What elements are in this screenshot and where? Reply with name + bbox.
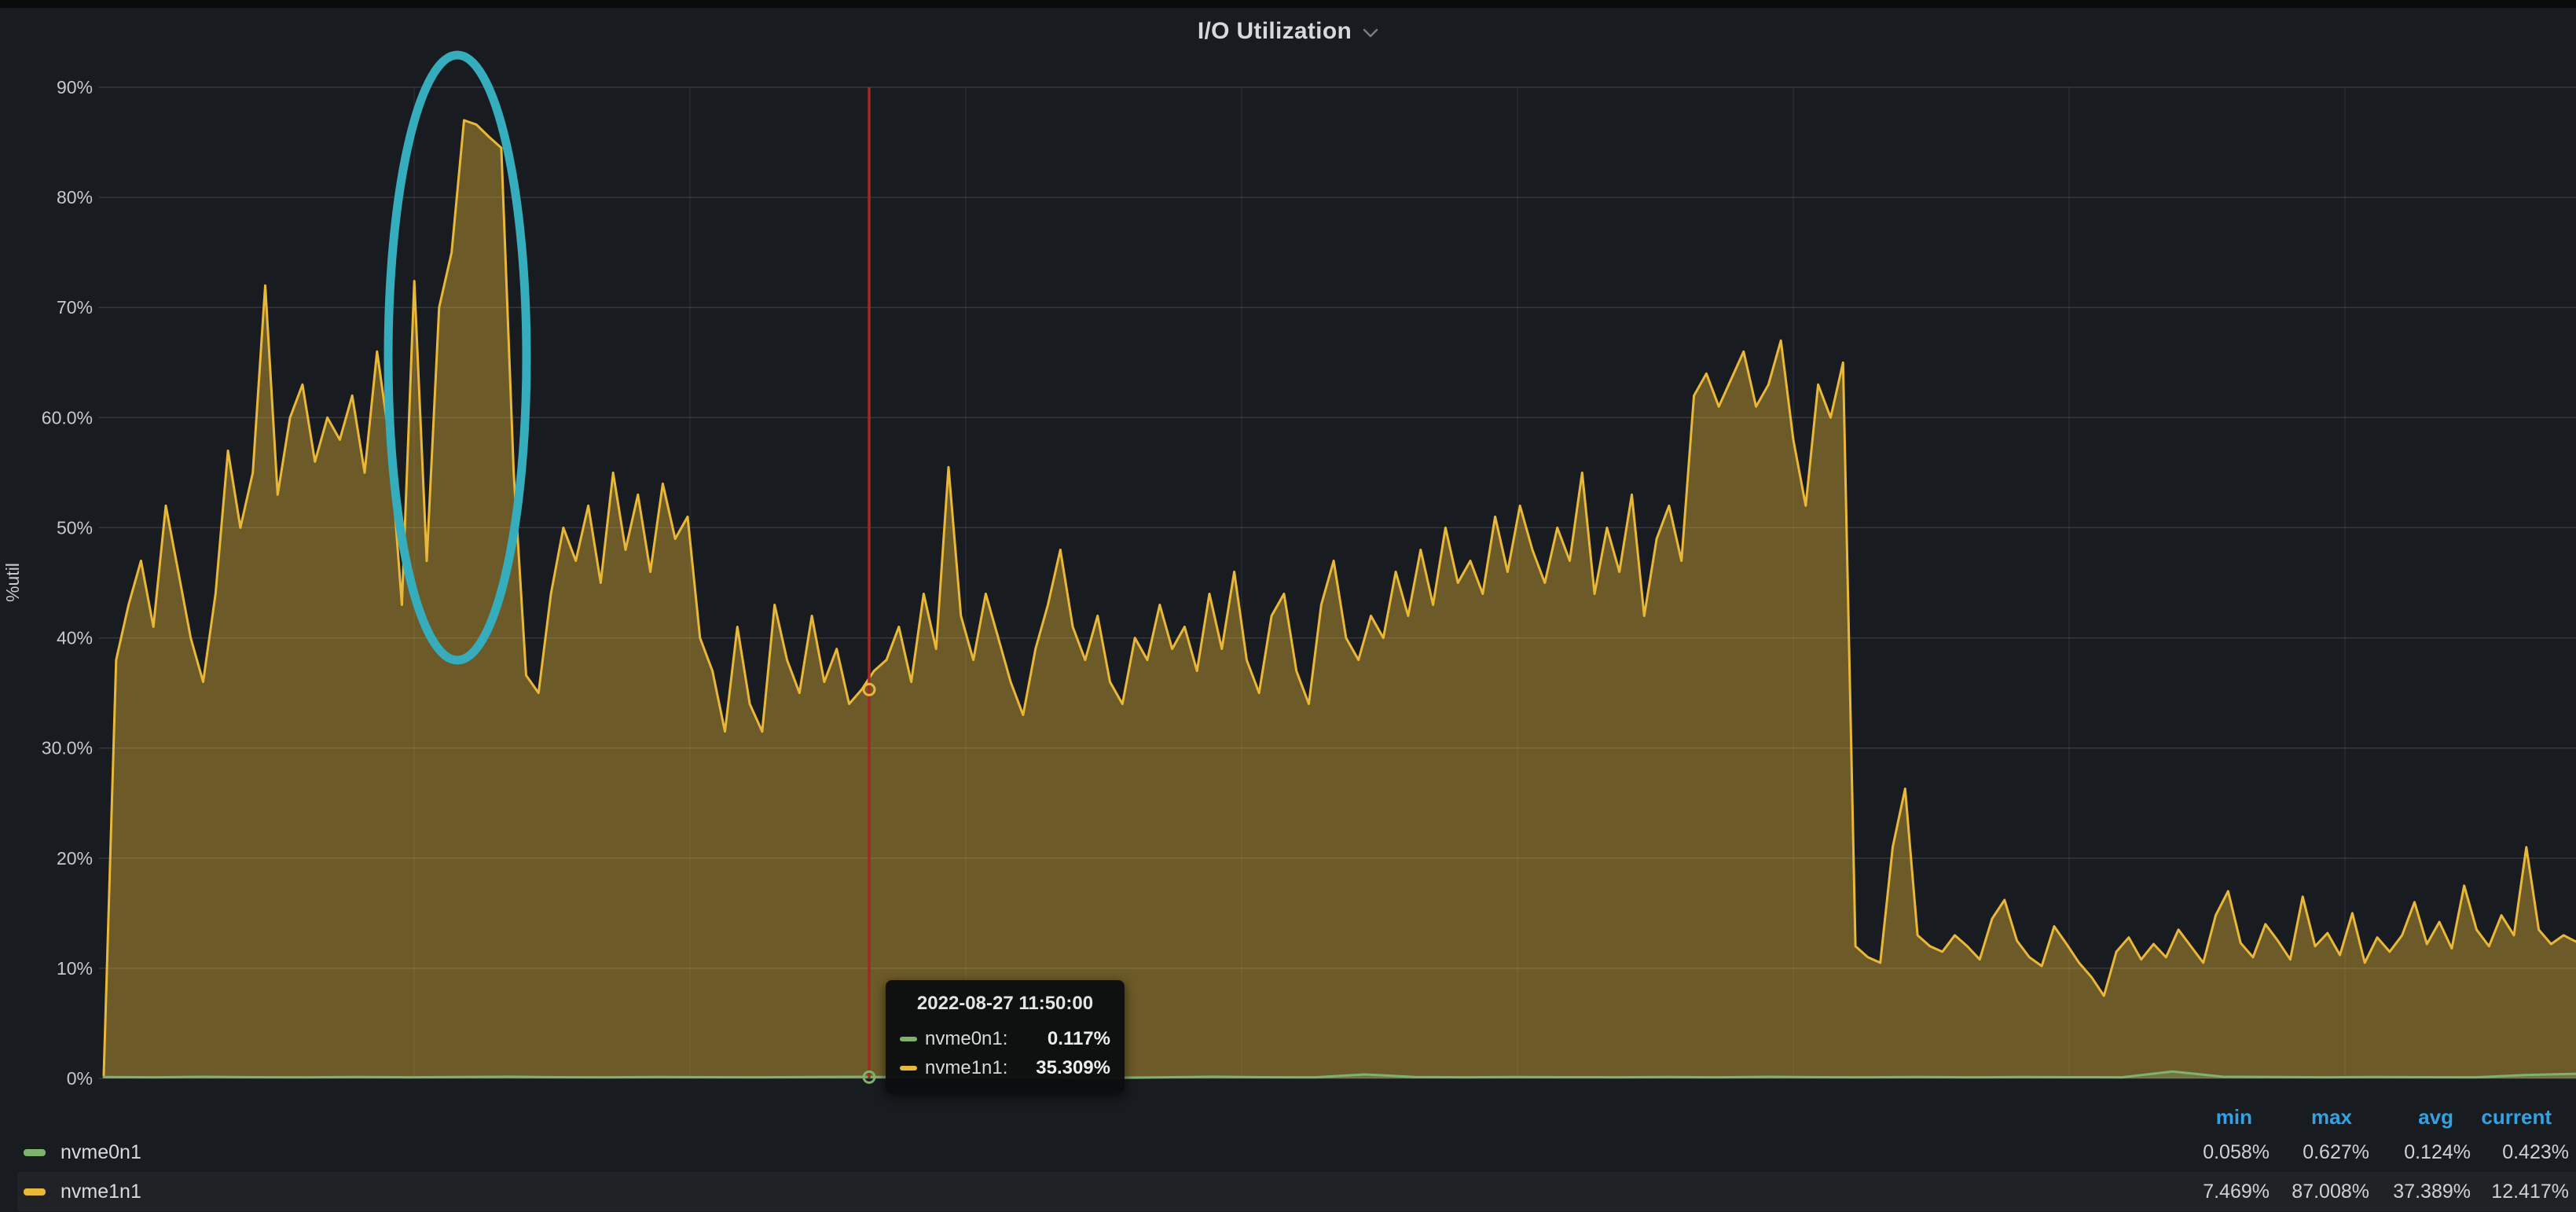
legend-series-name[interactable]: nvme1n1: [61, 1172, 141, 1211]
tooltip-row: nvme1n1: 35.309%: [900, 1053, 1110, 1082]
tooltip-row: nvme0n1: 0.117%: [900, 1024, 1110, 1053]
legend-avg-value: 37.389%: [2393, 1172, 2471, 1211]
tooltip-series-value: 0.117%: [1048, 1028, 1110, 1050]
legend-max-value: 0.627%: [2303, 1133, 2369, 1172]
series-color-dash: [24, 1188, 46, 1195]
svg-text:20%: 20%: [57, 848, 93, 869]
legend-column-avg[interactable]: avg: [2418, 1105, 2453, 1129]
svg-text:60.0%: 60.0%: [42, 407, 93, 428]
legend-column-max[interactable]: max: [2311, 1105, 2352, 1129]
legend-header: min max avg current: [0, 1099, 2576, 1133]
io-utilization-chart[interactable]: 0% 10% 20% 30.0% 40% 50% 60.0% 70% 80% 90%: [0, 0, 2576, 1212]
tooltip-timestamp: 2022-08-27 11:50:00: [900, 993, 1110, 1015]
legend-column-current[interactable]: current: [2481, 1105, 2552, 1129]
series-color-dash: [900, 1066, 917, 1071]
legend-current-value: 0.423%: [2502, 1133, 2569, 1172]
legend-series-name[interactable]: nvme0n1: [61, 1133, 141, 1172]
svg-text:70%: 70%: [57, 297, 93, 318]
legend-max-value: 87.008%: [2292, 1172, 2369, 1211]
legend-avg-value: 0.124%: [2404, 1133, 2471, 1172]
svg-text:10%: 10%: [57, 958, 93, 979]
svg-text:90%: 90%: [57, 77, 93, 97]
legend-min-value: 0.058%: [2203, 1133, 2270, 1172]
svg-text:50%: 50%: [57, 517, 93, 538]
series-color-dash: [900, 1037, 917, 1041]
tooltip-series-name: nvme0n1:: [925, 1028, 1007, 1050]
legend-row-nvme1n1[interactable]: nvme1n1 7.469% 87.008% 37.389% 12.417%: [17, 1172, 2576, 1211]
svg-text:40%: 40%: [57, 628, 93, 648]
svg-text:0%: 0%: [67, 1068, 93, 1089]
legend-current-value: 12.417%: [2491, 1172, 2569, 1211]
legend-column-min[interactable]: min: [2216, 1105, 2252, 1129]
svg-text:80%: 80%: [57, 187, 93, 208]
chart-tooltip: 2022-08-27 11:50:00 nvme0n1: 0.117% nvme…: [886, 980, 1125, 1093]
legend-min-value: 7.469%: [2203, 1172, 2270, 1211]
legend-row-nvme0n1[interactable]: nvme0n1 0.058% 0.627% 0.124% 0.423%: [17, 1133, 2576, 1172]
svg-text:30.0%: 30.0%: [42, 738, 93, 758]
series-color-dash: [24, 1149, 46, 1156]
tooltip-series-name: nvme1n1:: [925, 1057, 1007, 1079]
grafana-io-utilization-panel: I/O Utilization %util 0%10%20%30.0%40%50…: [0, 0, 2576, 1212]
tooltip-series-value: 35.309%: [1036, 1057, 1110, 1079]
